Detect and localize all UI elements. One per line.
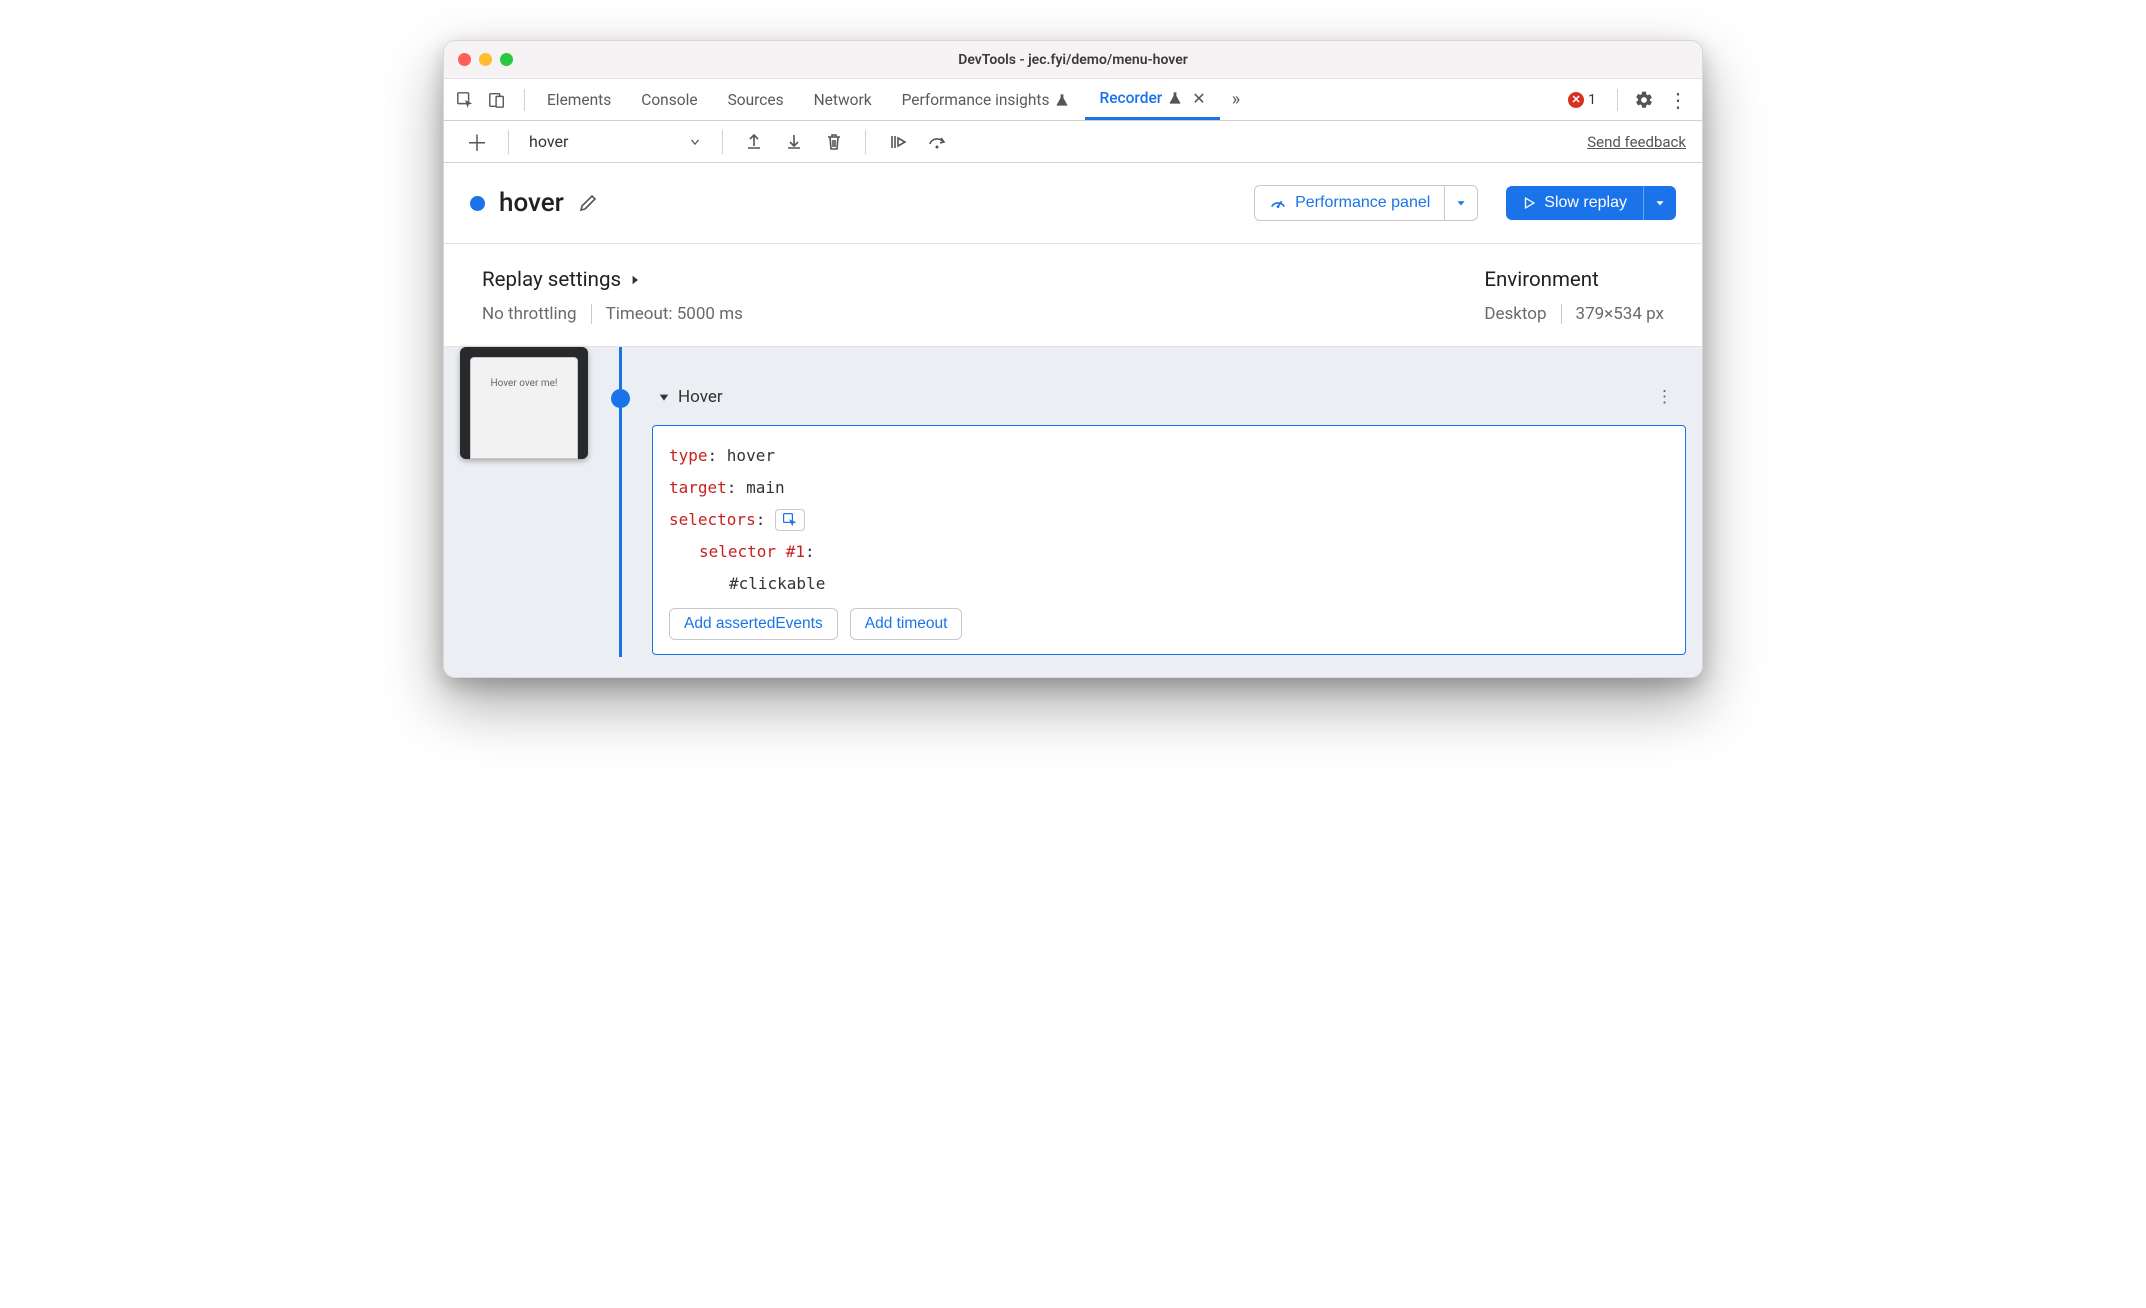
step-play-icon[interactable] <box>880 132 914 152</box>
dimensions-value: 379×534 px <box>1576 304 1664 324</box>
send-feedback-link[interactable]: Send feedback <box>1587 133 1686 151</box>
recording-indicator-icon <box>470 196 485 211</box>
tab-network[interactable]: Network <box>800 79 886 120</box>
environment-settings: Environment Desktop 379×534 px <box>1484 268 1664 324</box>
replay-button-group: Slow replay <box>1506 186 1676 220</box>
recording-name: hover <box>499 188 564 218</box>
divider <box>1561 304 1562 324</box>
tab-performance-insights[interactable]: Performance insights <box>888 79 1084 120</box>
add-timeout-button[interactable]: Add timeout <box>850 608 963 640</box>
step-title: Hover <box>678 387 723 407</box>
flask-icon <box>1055 93 1069 107</box>
titlebar: DevTools - jec.fyi/demo/menu-hover <box>444 41 1702 79</box>
import-icon[interactable] <box>777 132 811 152</box>
settings-row: Replay settings No throttling Timeout: 5… <box>444 244 1702 347</box>
more-tabs-icon[interactable]: » <box>1222 89 1250 110</box>
step-card: Hover ⋮ type: hover target: main selecto… <box>652 383 1686 655</box>
step-marker-icon <box>611 389 630 408</box>
replay-settings: Replay settings No throttling Timeout: 5… <box>482 268 743 324</box>
timeline: Hover ⋮ type: hover target: main selecto… <box>608 347 1686 657</box>
add-asserted-events-button[interactable]: Add assertedEvents <box>669 608 838 640</box>
export-icon[interactable] <box>737 132 771 152</box>
throttling-value: No throttling <box>482 304 577 324</box>
step-body[interactable]: type: hover target: main selectors: sele… <box>652 425 1686 655</box>
thumbnail-text: Hover over me! <box>491 378 558 389</box>
replay-dropdown[interactable] <box>1643 186 1676 220</box>
screenshot-thumbnail[interactable]: Hover over me! <box>460 347 588 459</box>
recording-header: hover Performance panel Slow replay <box>444 163 1702 244</box>
window-title: DevTools - jec.fyi/demo/menu-hover <box>444 52 1702 68</box>
slow-replay-button[interactable]: Slow replay <box>1506 186 1643 220</box>
recording-select[interactable]: hover <box>523 132 708 151</box>
environment-title: Environment <box>1484 268 1664 292</box>
device-value: Desktop <box>1484 304 1546 324</box>
step-more-menu[interactable]: ⋮ <box>1650 387 1680 407</box>
performance-panel-button-group: Performance panel <box>1254 185 1478 221</box>
edit-name-icon[interactable] <box>578 193 598 213</box>
timeout-value: Timeout: 5000 ms <box>606 304 743 324</box>
error-badge[interactable]: ✕ 1 <box>1566 92 1601 108</box>
close-tab-icon[interactable]: ✕ <box>1192 89 1205 108</box>
divider <box>1617 89 1618 111</box>
inspect-element-icon[interactable] <box>456 91 474 109</box>
replay-settings-toggle[interactable]: Replay settings <box>482 268 743 292</box>
performance-panel-button[interactable]: Performance panel <box>1254 185 1445 221</box>
tab-console[interactable]: Console <box>627 79 711 120</box>
devtools-window: DevTools - jec.fyi/demo/menu-hover Eleme… <box>443 40 1703 678</box>
device-toolbar-icon[interactable] <box>488 91 506 109</box>
divider <box>508 130 509 154</box>
collapse-icon <box>658 391 670 403</box>
recorder-toolbar: ＋ hover Send feedback <box>444 121 1702 163</box>
gauge-icon <box>1269 194 1287 212</box>
selector-value[interactable]: #clickable <box>729 574 825 593</box>
selector-picker-button[interactable] <box>775 509 805 531</box>
divider <box>722 130 723 154</box>
tab-sources[interactable]: Sources <box>714 79 798 120</box>
chevron-right-icon <box>629 273 641 287</box>
play-icon <box>1522 196 1536 210</box>
chevron-down-icon <box>1455 197 1467 209</box>
panel-tabbar: Elements Console Sources Network Perform… <box>444 79 1702 121</box>
divider <box>865 130 866 154</box>
divider <box>591 304 592 324</box>
chevron-down-icon <box>1654 197 1666 209</box>
steps-content: Hover over me! Hover ⋮ type: hover targe… <box>444 347 1702 677</box>
new-recording-button[interactable]: ＋ <box>460 126 494 158</box>
delete-icon[interactable] <box>817 132 851 152</box>
chevron-down-icon <box>688 135 702 149</box>
divider <box>524 89 525 111</box>
more-menu-icon[interactable]: ⋮ <box>1664 88 1692 112</box>
settings-gear-icon[interactable] <box>1634 90 1654 110</box>
error-icon: ✕ <box>1568 92 1584 108</box>
tab-recorder[interactable]: Recorder ✕ <box>1085 79 1219 120</box>
tab-elements[interactable]: Elements <box>533 79 625 120</box>
step-over-icon[interactable] <box>920 132 954 152</box>
step-header[interactable]: Hover ⋮ <box>652 383 1686 411</box>
thumbnail-column: Hover over me! <box>460 347 588 657</box>
performance-panel-dropdown[interactable] <box>1445 185 1478 221</box>
flask-icon <box>1168 91 1182 105</box>
